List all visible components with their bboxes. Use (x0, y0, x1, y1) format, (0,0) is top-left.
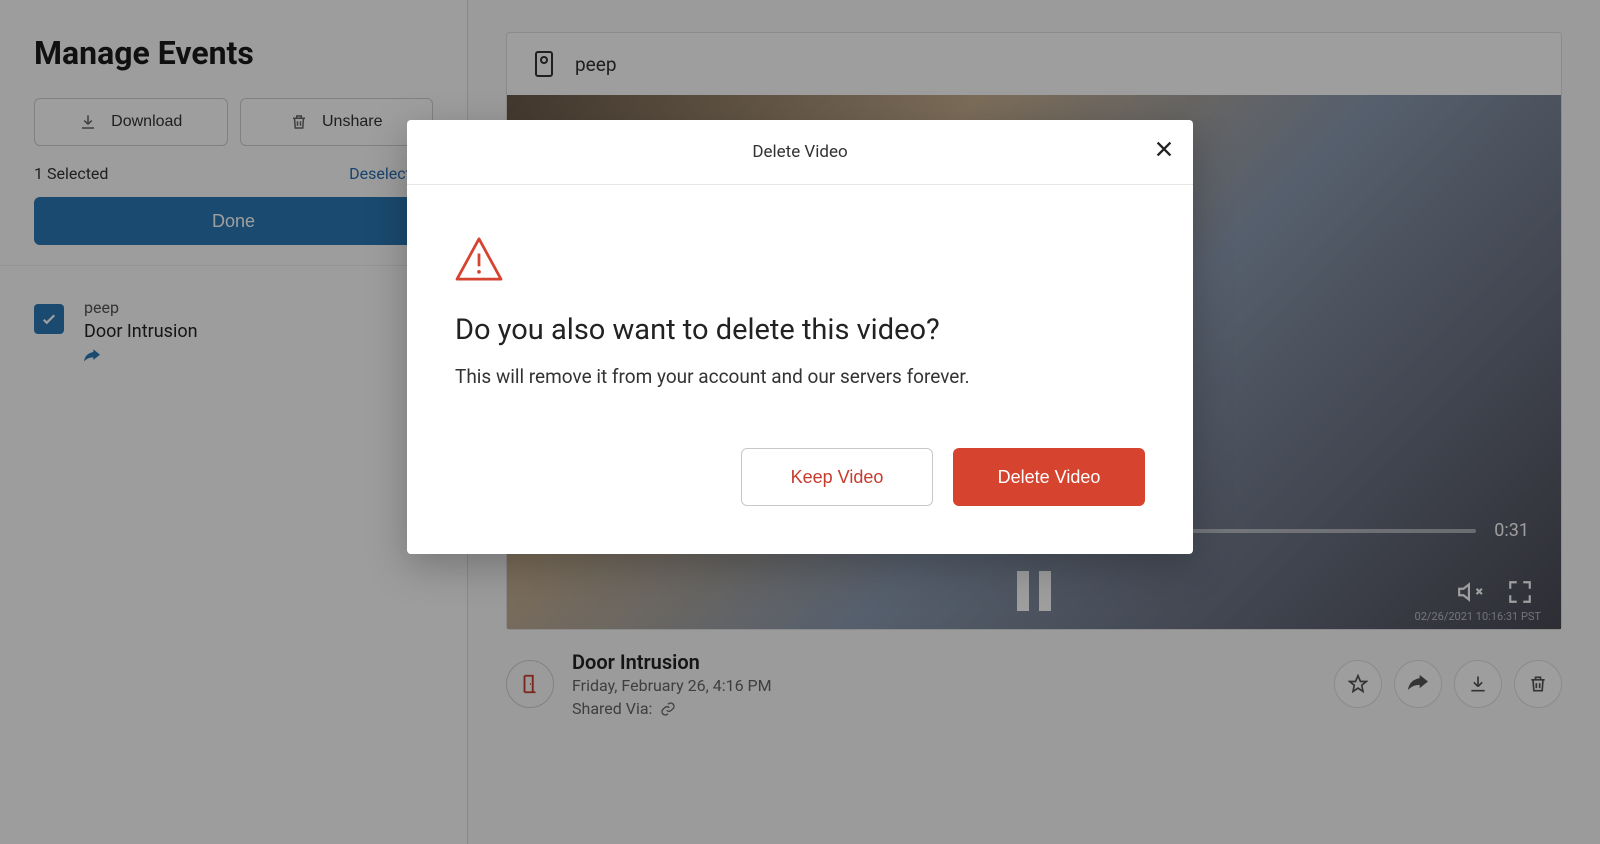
modal-body: Do you also want to delete this video? T… (407, 185, 1193, 408)
modal-title: Delete Video (752, 142, 847, 162)
modal-header: Delete Video (407, 120, 1193, 185)
close-button[interactable] (1153, 138, 1175, 165)
warning-icon (455, 237, 503, 281)
close-icon (1153, 138, 1175, 160)
keep-video-button[interactable]: Keep Video (741, 448, 933, 506)
modal-description: This will remove it from your account an… (455, 365, 1145, 388)
modal-question: Do you also want to delete this video? (455, 313, 1145, 347)
delete-video-modal: Delete Video Do you also want to delete … (407, 120, 1193, 554)
modal-overlay[interactable]: Delete Video Do you also want to delete … (0, 0, 1600, 844)
delete-video-button[interactable]: Delete Video (953, 448, 1145, 506)
modal-footer: Keep Video Delete Video (407, 408, 1193, 554)
